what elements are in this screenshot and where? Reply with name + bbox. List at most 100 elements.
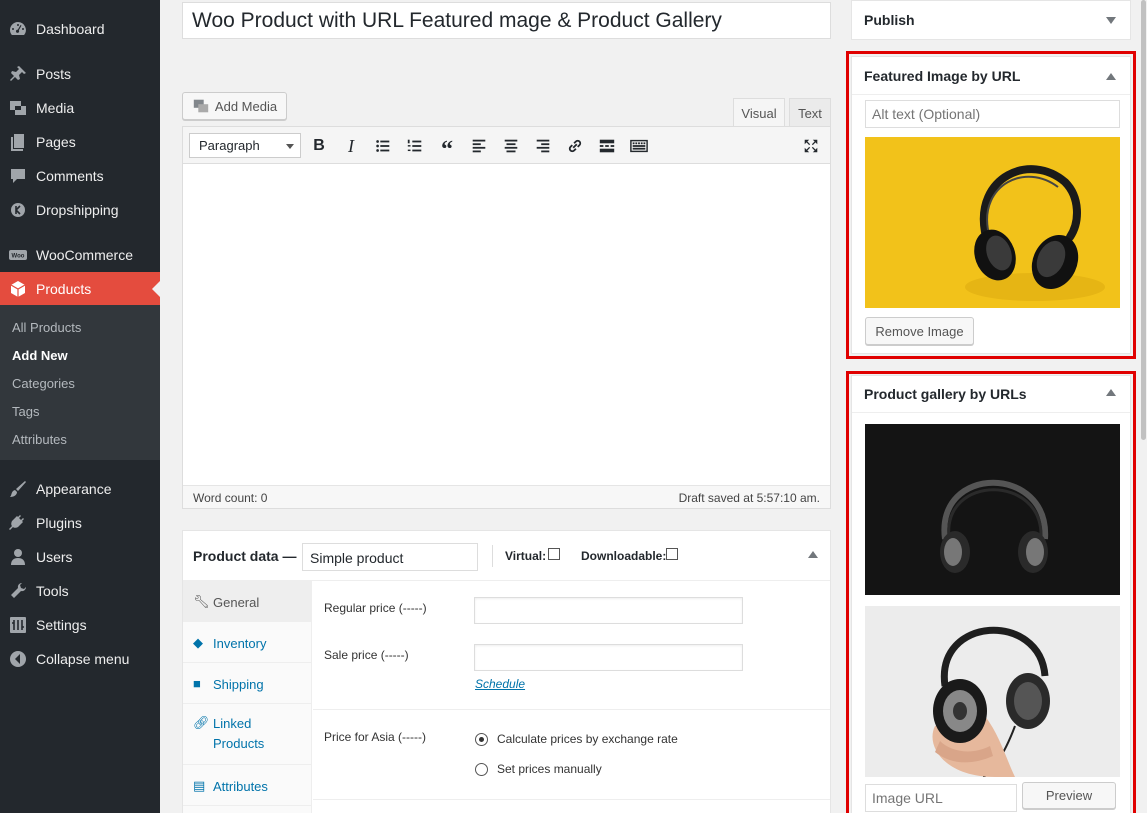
sidebar-item-label: WooCommerce: [36, 247, 133, 263]
scrollbar-thumb[interactable]: [1141, 0, 1146, 440]
sidebar-item-label: Dropshipping: [36, 202, 119, 218]
dashboard-icon: [0, 19, 36, 39]
numbered-list-button[interactable]: [404, 135, 426, 157]
sidebar-item-label: Users: [36, 549, 73, 565]
product-data-tabs: 🔧︎ General ◆ Inventory ■ Shipping 🔗︎ Lin…: [183, 581, 312, 813]
sidebar-item-label: Settings: [36, 617, 87, 633]
blockquote-button[interactable]: “: [436, 135, 458, 163]
regular-price-input[interactable]: [474, 597, 743, 624]
keyboard-icon: [630, 139, 648, 153]
insert-link-button[interactable]: [564, 135, 586, 157]
sidebar-item-label: Collapse menu: [36, 651, 130, 667]
editor-toolbar: Paragraph B I “: [183, 127, 830, 164]
sidebar-item-settings[interactable]: Settings: [0, 608, 160, 642]
sidebar-item-collapse-menu[interactable]: Collapse menu: [0, 642, 160, 676]
divider: [313, 709, 830, 710]
downloadable-checkbox[interactable]: [666, 548, 678, 560]
submenu-tags[interactable]: Tags: [12, 404, 39, 419]
schedule-link[interactable]: Schedule: [475, 677, 525, 691]
truck-icon: ■: [193, 676, 201, 691]
align-center-icon: [504, 139, 518, 153]
brush-icon: [0, 479, 36, 499]
sidebar-item-label: Appearance: [36, 481, 112, 497]
sidebar-item-posts[interactable]: Posts: [0, 57, 160, 91]
bullet-list-button[interactable]: [372, 135, 394, 157]
sidebar-item-woocommerce[interactable]: Woo WooCommerce: [0, 238, 160, 272]
product-data-header: Product data — Simple product Virtual: D…: [183, 531, 830, 581]
radio-set-manually[interactable]: [475, 763, 488, 776]
bold-button[interactable]: B: [308, 135, 330, 157]
sidebar-item-media[interactable]: Media: [0, 91, 160, 125]
sale-price-input[interactable]: [474, 644, 743, 671]
tab-shipping[interactable]: ■ Shipping: [183, 663, 311, 704]
format-select[interactable]: Paragraph: [189, 133, 301, 158]
format-select-value: Paragraph: [199, 138, 260, 153]
editor-content-area[interactable]: [183, 164, 830, 486]
highlight-frame: [846, 51, 1136, 359]
sidebar-item-plugins[interactable]: Plugins: [0, 506, 160, 540]
read-more-button[interactable]: [596, 135, 618, 157]
products-submenu: All Products Add New Categories Tags Att…: [0, 305, 160, 460]
divider: [492, 545, 493, 567]
sidebar-item-label: Products: [36, 281, 92, 297]
publish-title[interactable]: Publish: [852, 1, 1130, 41]
sidebar-item-label: Comments: [36, 168, 104, 184]
sidebar-item-label: Dashboard: [36, 21, 105, 37]
virtual-checkbox[interactable]: [548, 548, 560, 560]
tab-inventory[interactable]: ◆ Inventory: [183, 622, 311, 663]
radio-exchange-rate-label: Calculate prices by exchange rate: [497, 732, 678, 746]
plug-icon: [0, 513, 36, 533]
sidebar-item-label: Pages: [36, 134, 76, 150]
toolbar-toggle-button[interactable]: [628, 135, 650, 157]
bullet-list-icon: [376, 140, 390, 152]
italic-button[interactable]: I: [340, 135, 362, 157]
sidebar-item-dropshipping[interactable]: Dropshipping: [0, 193, 160, 227]
fullscreen-button[interactable]: [800, 135, 822, 157]
tab-general[interactable]: 🔧︎ General: [183, 581, 311, 622]
align-right-icon: [536, 139, 550, 153]
pages-icon: [0, 132, 36, 152]
submenu-categories[interactable]: Categories: [12, 376, 75, 391]
align-right-button[interactable]: [532, 135, 554, 157]
sidebar-item-comments[interactable]: Comments: [0, 159, 160, 193]
sidebar-item-dashboard[interactable]: Dashboard: [0, 12, 160, 46]
tab-attributes[interactable]: ▤ Attributes: [183, 765, 311, 806]
submenu-all-products[interactable]: All Products: [12, 320, 81, 335]
diamond-icon: ◆: [193, 635, 203, 650]
media-icon: [193, 99, 209, 113]
tab-visual[interactable]: Visual: [733, 98, 785, 127]
price-for-asia-label: Price for Asia (-----): [324, 730, 426, 744]
submenu-add-new[interactable]: Add New: [12, 348, 68, 363]
align-left-button[interactable]: [468, 135, 490, 157]
align-left-icon: [472, 139, 486, 153]
woocommerce-icon: Woo: [0, 245, 36, 265]
content-editor: Paragraph B I “ Word count: 0 Draft save…: [182, 126, 831, 509]
sidebar-item-pages[interactable]: Pages: [0, 125, 160, 159]
chevron-down-icon: [286, 144, 294, 153]
read-more-icon: [599, 139, 615, 153]
radio-exchange-rate[interactable]: [475, 733, 488, 746]
tab-linked-products[interactable]: 🔗︎ Linked Products: [183, 704, 311, 765]
link-icon: [568, 139, 582, 153]
sidebar-item-products[interactable]: Products: [0, 272, 160, 306]
collapse-icon: [0, 649, 36, 669]
post-title-input[interactable]: [182, 2, 831, 39]
product-type-select[interactable]: Simple product: [302, 543, 478, 571]
chevron-down-icon[interactable]: [1106, 17, 1116, 24]
tab-text[interactable]: Text: [789, 98, 831, 127]
align-center-button[interactable]: [500, 135, 522, 157]
virtual-label: Virtual:: [505, 549, 547, 563]
toggle-arrow-icon[interactable]: [808, 551, 818, 558]
submenu-attributes[interactable]: Attributes: [12, 432, 67, 447]
divider: [313, 799, 830, 800]
add-media-button[interactable]: Add Media: [182, 92, 287, 120]
publish-box: Publish: [851, 0, 1131, 40]
highlight-frame: [846, 371, 1136, 813]
link-icon: 🔗︎: [193, 715, 210, 730]
admin-sidebar: Dashboard Posts Media Pages Comments Dro…: [0, 0, 160, 813]
sidebar-item-tools[interactable]: Tools: [0, 574, 160, 608]
sidebar-item-label: Tools: [36, 583, 69, 599]
sidebar-item-appearance[interactable]: Appearance: [0, 472, 160, 506]
sidebar-item-users[interactable]: Users: [0, 540, 160, 574]
product-data-box: Product data — Simple product Virtual: D…: [182, 530, 831, 813]
